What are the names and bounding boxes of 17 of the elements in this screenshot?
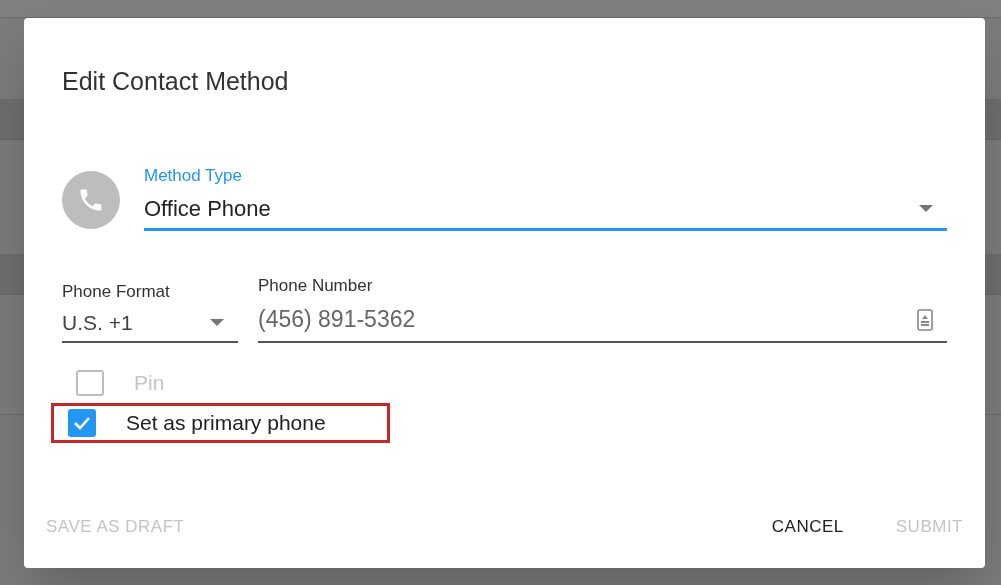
dropdown-caret-icon [210, 319, 224, 326]
phone-format-select[interactable]: Phone Format U.S. +1 [62, 279, 238, 343]
checkbox-label: Pin [134, 369, 165, 396]
field-label: Method Type [144, 164, 243, 187]
phone-number-field[interactable]: Phone Number (456) 891-5362 [258, 273, 947, 343]
checkbox-label: Set as primary phone [126, 409, 326, 436]
field-label: Phone Number [258, 275, 374, 297]
field-value: U.S. +1 [62, 309, 133, 336]
checkbox[interactable] [68, 408, 96, 437]
field-value: (456) 891-5362 [258, 305, 416, 335]
field-label: Phone Format [62, 281, 171, 303]
dialog-button[interactable]: CANCEL [763, 509, 852, 543]
dropdown-caret-icon [919, 204, 933, 212]
method-type-select[interactable]: Method Type Office Phone [144, 162, 947, 231]
dialog-title: Edit Contact Method [62, 66, 290, 97]
field-value: Office Phone [144, 194, 271, 223]
contact-card-icon [917, 308, 933, 331]
